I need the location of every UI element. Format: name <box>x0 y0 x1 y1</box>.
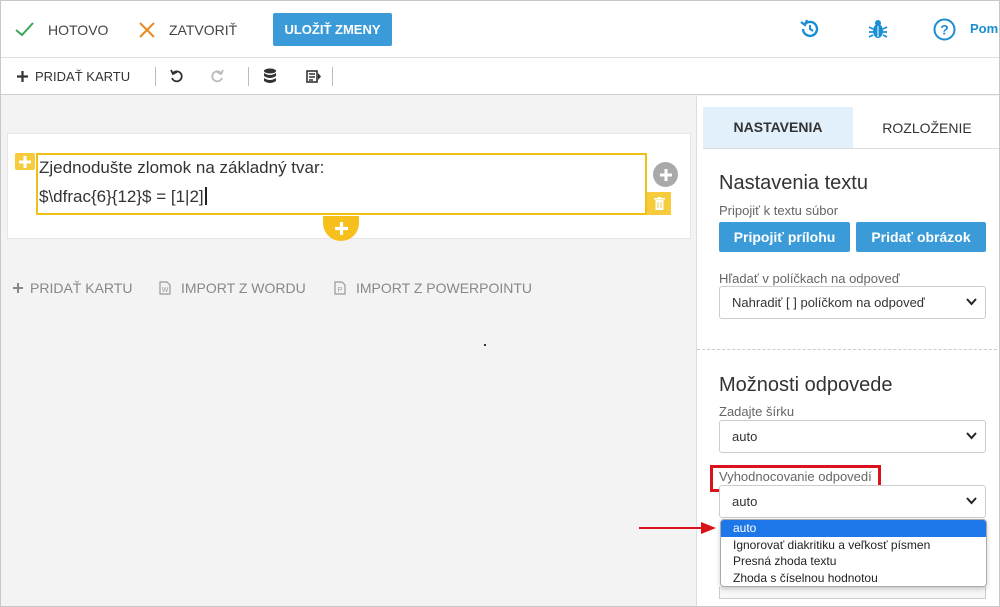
close-button[interactable]: ZATVORIŤ <box>139 1 237 58</box>
plus-icon <box>17 70 28 82</box>
dropdown-option[interactable]: Zhoda s číselnou hodnotou <box>721 570 986 586</box>
trash-icon <box>653 197 665 210</box>
card-canvas: Zjednodušte zlomok na základný tvar: $\d… <box>1 96 696 606</box>
add-card-link-label: PRIDAŤ KARTU <box>30 280 133 296</box>
editor-line-2-text: $\dfrac{6}{12}$ = [1|2] <box>39 187 204 206</box>
editor-line-1: Zjednodušte zlomok na základný tvar: <box>39 158 325 177</box>
svg-text:?: ? <box>940 22 949 38</box>
chevron-down-icon <box>966 298 977 306</box>
import-word-link[interactable]: W IMPORT Z WORDU <box>159 279 306 297</box>
app-window: HOTOVO ZATVORIŤ ULOŽIŤ ZMENY ? Pom PRIDA… <box>0 0 1000 607</box>
plus-icon <box>13 283 23 293</box>
add-card-link[interactable]: PRIDAŤ KARTU <box>13 279 132 297</box>
attach-file-button[interactable]: Pripojiť prílohu <box>719 222 850 252</box>
tab-settings[interactable]: NASTAVENIA <box>703 107 853 149</box>
toolbar-divider <box>248 67 249 86</box>
add-image-button[interactable]: Pridať obrázok <box>856 222 986 252</box>
history-icon[interactable] <box>799 18 821 40</box>
answer-options-title: Možnosti odpovede <box>719 374 893 396</box>
add-card-label: PRIDAŤ KARTU <box>35 68 131 84</box>
cursor-dot <box>484 344 486 346</box>
powerpoint-file-icon: P <box>334 281 346 295</box>
search-fields-value: Nahradiť [ ] políčkom na odpoveď <box>732 295 925 310</box>
preview-icon[interactable] <box>306 69 322 84</box>
close-label: ZATVORIŤ <box>169 21 238 38</box>
close-icon <box>139 21 155 38</box>
dropdown-option[interactable]: Presná zhoda textu <box>721 553 986 570</box>
database-icon[interactable] <box>263 68 277 84</box>
tab-layout[interactable]: ROZLOŽENIE <box>853 107 999 149</box>
chevron-down-icon <box>966 432 977 440</box>
plus-icon <box>659 168 672 181</box>
toolbar-divider <box>155 67 156 86</box>
help-label[interactable]: Pom <box>970 21 998 36</box>
toolbar-divider <box>332 67 333 86</box>
text-settings-title: Nastavenia textu <box>719 172 868 194</box>
add-side-button[interactable] <box>653 162 678 187</box>
editor-line-2: $\dfrac{6}{12}$ = [1|2] <box>39 187 207 207</box>
checkmark-icon <box>15 22 34 37</box>
width-value: auto <box>732 429 758 444</box>
chevron-down-icon <box>966 497 977 505</box>
dropdown-option[interactable]: auto <box>721 520 986 537</box>
import-powerpoint-link[interactable]: P IMPORT Z POWERPOINTU <box>334 279 532 297</box>
plus-icon <box>334 222 348 235</box>
settings-panel: NASTAVENIA ROZLOŽENIE Nastavenia textu P… <box>696 96 999 606</box>
help-icon[interactable]: ? <box>933 18 956 41</box>
toolbar: PRIDAŤ KARTU <box>1 58 999 95</box>
redo-icon[interactable] <box>210 69 224 83</box>
top-bar: HOTOVO ZATVORIŤ ULOŽIŤ ZMENY ? Pom <box>1 1 999 58</box>
search-fields-select[interactable]: Nahradiť [ ] políčkom na odpoveď <box>719 286 986 319</box>
dropdown-option[interactable]: Ignorovať diakritiku a veľkosť písmen <box>721 537 986 554</box>
evaluation-value: auto <box>732 494 758 509</box>
evaluation-select[interactable]: auto <box>719 485 986 518</box>
import-powerpoint-label: IMPORT Z POWERPOINTU <box>356 280 533 296</box>
svg-text:W: W <box>162 287 169 294</box>
add-element-button[interactable] <box>15 153 35 170</box>
search-fields-label: Hľadať v políčkach na odpoveď <box>719 271 900 286</box>
arrow-pointer-icon <box>639 522 716 534</box>
done-button[interactable]: HOTOVO <box>15 1 108 58</box>
delete-button[interactable] <box>647 192 671 215</box>
tab-underline <box>703 148 999 149</box>
hidden-select <box>719 587 986 599</box>
width-select[interactable]: auto <box>719 420 986 453</box>
undo-icon[interactable] <box>170 69 184 83</box>
evaluation-dropdown[interactable]: auto Ignorovať diakritiku a veľkosť písm… <box>720 519 987 587</box>
save-changes-button[interactable]: ULOŽIŤ ZMENY <box>273 13 392 46</box>
attach-label: Pripojiť k textu súbor <box>719 203 839 218</box>
section-divider <box>697 349 999 350</box>
width-label: Zadajte šírku <box>719 404 795 419</box>
add-card-tool[interactable]: PRIDAŤ KARTU <box>17 58 130 94</box>
done-label: HOTOVO <box>48 21 109 38</box>
word-file-icon: W <box>159 281 171 295</box>
bug-icon[interactable] <box>867 18 889 40</box>
import-word-label: IMPORT Z WORDU <box>181 280 306 296</box>
text-editor[interactable]: Zjednodušte zlomok na základný tvar: $\d… <box>36 153 647 215</box>
text-caret <box>204 187 207 205</box>
svg-text:P: P <box>338 287 343 294</box>
plus-icon <box>19 155 31 168</box>
